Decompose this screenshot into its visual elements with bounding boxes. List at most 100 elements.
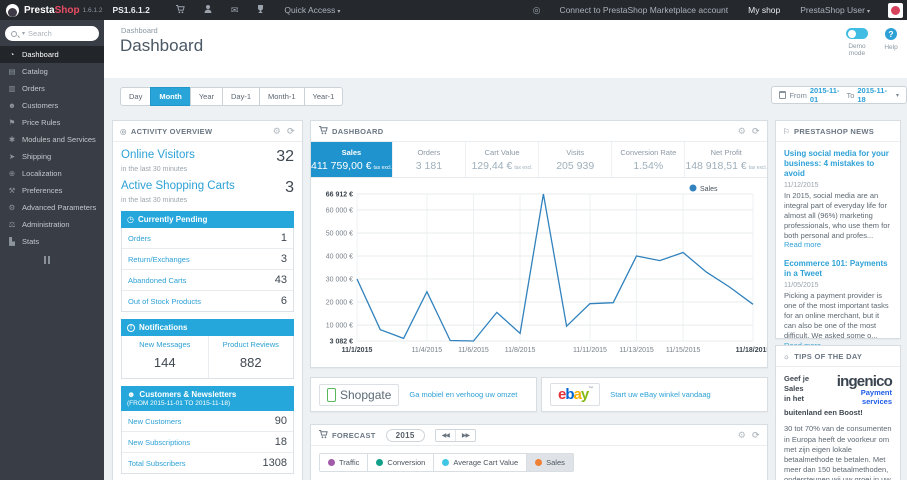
shopgate-link[interactable]: Ga mobiel en verhoog uw omzet: [409, 390, 517, 399]
legend-conversion[interactable]: Conversion: [367, 453, 435, 472]
prestashop-logo-icon: [6, 3, 19, 17]
previous-year-button[interactable]: ◀◀: [435, 429, 455, 441]
sidebar-item-dashboard[interactable]: ◔ Dashboard: [0, 46, 104, 63]
legend-average-cart-value[interactable]: Average Cart Value: [433, 453, 528, 472]
out-of-stock-row[interactable]: Out of Stock Products 6: [122, 290, 293, 311]
news-article-title[interactable]: Using social media for your business: 4 …: [784, 149, 892, 179]
svg-text:10 000 €: 10 000 €: [326, 323, 353, 330]
range-month-button[interactable]: Month: [150, 87, 191, 106]
stat-tile-net-profit[interactable]: Net Profit 148 918,51 € tax excl.: [684, 142, 767, 177]
help-icon[interactable]: ?: [885, 28, 897, 40]
sidebar-item-administration[interactable]: ⚖ Administration: [0, 216, 104, 233]
refresh-icon[interactable]: ⟳: [287, 126, 295, 137]
trophy-icon[interactable]: [256, 4, 265, 16]
activity-icon: ◎: [120, 126, 127, 136]
customers-quick-icon[interactable]: [203, 4, 213, 16]
sidebar-item-shipping[interactable]: ➤ Shipping: [0, 148, 104, 165]
lightbulb-icon: ☼: [783, 351, 791, 361]
svg-text:20 000 €: 20 000 €: [326, 300, 353, 307]
sidebar-item-price-rules[interactable]: ⚑ Price Rules: [0, 114, 104, 131]
gear-icon[interactable]: ⚙: [738, 126, 746, 137]
refresh-icon[interactable]: ⟳: [752, 430, 760, 441]
my-shop-link[interactable]: My shop: [748, 5, 780, 15]
sidebar-item-orders[interactable]: ▥ Orders: [0, 80, 104, 97]
stat-tile-orders[interactable]: Orders 3 181: [391, 142, 465, 177]
range-month-1-button[interactable]: Month-1: [259, 87, 305, 106]
date-range-buttons: Day Month Year Day-1 Month-1 Year-1: [120, 87, 344, 106]
marketplace-link[interactable]: Connect to PrestaShop Marketplace accoun…: [559, 5, 728, 15]
forecast-legend: Traffic Conversion Average Cart Value Sa…: [311, 446, 767, 479]
svg-text:11/1/2015: 11/1/2015: [342, 347, 373, 354]
stat-tile-cart-value[interactable]: Cart Value 129,44 € tax excl.: [465, 142, 538, 177]
search-input[interactable]: [28, 29, 89, 38]
clock-icon: ◷: [127, 215, 134, 224]
sidebar-item-customers[interactable]: ☻ Customers: [0, 97, 104, 114]
sidebar-item-advanced-parameters[interactable]: ⚙ Advanced Parameters: [0, 199, 104, 216]
svg-text:30 000 €: 30 000 €: [326, 277, 353, 284]
top-bar: PrestaShop 1.6.1.2 PS1.6.1.2 ✉ Quick Acc…: [0, 0, 907, 20]
date-range-picker[interactable]: From 2015-11-01 To 2015-11-18 ▾: [771, 86, 907, 104]
range-year-1-button[interactable]: Year-1: [303, 87, 344, 106]
demo-mode-toggle[interactable]: [846, 28, 868, 39]
next-year-button[interactable]: ▶▶: [454, 429, 476, 441]
range-day-button[interactable]: Day: [120, 87, 152, 106]
gear-icon[interactable]: ⚙: [273, 126, 281, 137]
abandoned-carts-row[interactable]: Abandoned Carts 43: [122, 269, 293, 290]
read-more-link[interactable]: Read more: [784, 240, 821, 249]
active-carts-metric: Active Shopping Carts 3: [121, 179, 294, 196]
range-day-1-button[interactable]: Day-1: [222, 87, 261, 106]
page-header: [104, 20, 907, 78]
gear-icon[interactable]: ⚙: [738, 430, 746, 441]
sidebar-item-preferences[interactable]: ⚒ Preferences: [0, 182, 104, 199]
product-reviews-cell[interactable]: Product Reviews 882: [207, 336, 294, 378]
pending-returns-row[interactable]: Return/Exchanges 3: [122, 248, 293, 269]
shop-version: PS1.6.1.2: [112, 5, 150, 15]
news-article-title[interactable]: Ecommerce 101: Payments in a Tweet: [784, 259, 892, 279]
sales-dot-icon: [535, 459, 543, 466]
messages-icon[interactable]: ✉: [231, 5, 239, 15]
phone-icon: [327, 387, 336, 402]
sidebar: ▾ ◔Dashboard ▤Catalog ▥Orders ☻Customers…: [0, 20, 104, 480]
page-title: Dashboard: [120, 36, 204, 55]
new-subscriptions-row[interactable]: New Subscriptions 18: [122, 431, 293, 452]
stat-tile-visits[interactable]: Visits 205 939: [538, 142, 611, 177]
refresh-icon[interactable]: ⟳: [752, 126, 760, 137]
user-menu[interactable]: PrestaShop User ▾: [800, 5, 870, 15]
localization-icon: ⊕: [8, 169, 16, 178]
user-avatar[interactable]: [888, 2, 903, 18]
range-year-button[interactable]: Year: [189, 87, 223, 106]
advanced-parameters-icon: ⚙: [8, 203, 16, 212]
svg-text:Sales: Sales: [700, 186, 718, 193]
legend-traffic[interactable]: Traffic: [319, 453, 369, 472]
pending-orders-row[interactable]: Orders 1: [122, 228, 293, 248]
sidebar-search[interactable]: ▾: [5, 26, 99, 41]
total-subscribers-row[interactable]: Total Subscribers 1308: [122, 452, 293, 473]
administration-icon: ⚖: [8, 220, 16, 229]
catalog-icon: ▤: [8, 67, 16, 76]
forecast-year[interactable]: 2015: [385, 428, 425, 442]
customers-rows: New Customers 90 New Subscriptions 18 Tota…: [121, 411, 294, 474]
sidebar-item-catalog[interactable]: ▤ Catalog: [0, 63, 104, 80]
cart-icon[interactable]: [175, 4, 185, 16]
breadcrumb: Dashboard: [121, 26, 158, 35]
orders-icon: ▥: [8, 84, 16, 93]
sidebar-item-stats[interactable]: ▙ Stats: [0, 233, 104, 250]
sidebar-collapse-button[interactable]: [44, 256, 50, 264]
marketplace-icon: ◎: [532, 4, 541, 15]
stat-tile-conversion-rate[interactable]: Conversion Rate 1.54%: [611, 142, 684, 177]
brand-version: 1.6.1.2: [82, 6, 103, 14]
ebay-link[interactable]: Start uw eBay winkel vandaag: [610, 390, 710, 399]
legend-sales[interactable]: Sales: [526, 453, 574, 472]
search-scope-caret-icon[interactable]: ▾: [22, 30, 25, 37]
sidebar-item-localization[interactable]: ⊕ Localization: [0, 165, 104, 182]
cart-icon: [318, 429, 328, 441]
news-article: Ecommerce 101: Payments in a Tweet 11/05…: [784, 259, 892, 350]
sidebar-nav: ◔ Dashboard ▤ Catalog ▥ Orders ☻ Customers ⚑…: [0, 46, 104, 250]
quick-access-menu[interactable]: Quick Access ▾: [284, 5, 340, 15]
ingenico-logo: ingenico Payment services: [836, 373, 893, 406]
new-customers-row[interactable]: New Customers 90: [122, 411, 293, 431]
new-messages-cell[interactable]: New Messages 144: [122, 336, 208, 378]
stat-tile-sales[interactable]: Sales 411 759,00 € tax excl.: [311, 142, 392, 177]
svg-text:11/11/2015: 11/11/2015: [573, 347, 607, 354]
sidebar-item-modules[interactable]: ✱ Modules and Services: [0, 131, 104, 148]
